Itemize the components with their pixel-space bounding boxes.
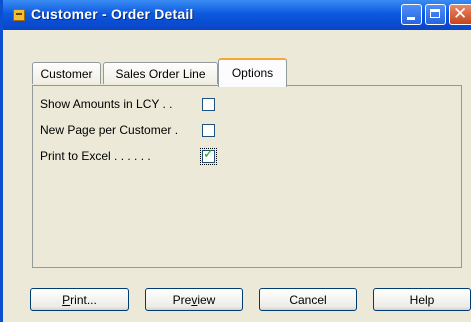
app-icon[interactable] <box>13 9 25 21</box>
new-page-per-customer-label: New Page per Customer . <box>40 123 179 137</box>
show-amounts-lcy-checkbox[interactable] <box>202 98 215 111</box>
preview-label-prefix: Pre <box>172 293 192 307</box>
cancel-button[interactable]: Cancel <box>259 288 357 311</box>
print-to-excel-checkbox[interactable]: ✓ <box>200 147 217 165</box>
tab-options-label: Options <box>231 66 274 80</box>
checkmark-icon: ✓ <box>203 147 214 162</box>
print-to-excel-label: Print to Excel . . . . . . <box>40 149 151 163</box>
options-panel: Show Amounts in LCY . . New Page per Cus… <box>32 85 462 268</box>
title-bar[interactable]: Customer - Order Detail ✕ <box>3 0 471 30</box>
minimize-button[interactable] <box>401 4 422 25</box>
tab-options[interactable]: Options <box>218 58 287 87</box>
preview-label-rest: iew <box>197 293 216 307</box>
close-icon: ✕ <box>453 4 468 24</box>
tab-customer[interactable]: Customer <box>32 62 101 84</box>
preview-button[interactable]: Preview <box>145 288 243 311</box>
close-button[interactable]: ✕ <box>449 4 471 25</box>
print-mnemonic: P <box>62 293 71 307</box>
help-button[interactable]: Help <box>373 288 471 311</box>
window-title: Customer - Order Detail <box>31 6 194 22</box>
print-label-rest: rint... <box>70 293 97 307</box>
print-button[interactable]: Print... <box>30 288 129 311</box>
tab-sales-order-line-label: Sales Order Line <box>115 67 206 81</box>
dialog-window: Customer - Order Detail ✕ Customer Sales… <box>0 0 471 322</box>
help-label: Help <box>409 293 435 307</box>
cancel-label: Cancel <box>289 293 327 307</box>
tab-sales-order-line[interactable]: Sales Order Line <box>103 62 218 84</box>
new-page-per-customer-checkbox[interactable] <box>202 124 215 137</box>
maximize-icon <box>430 9 440 18</box>
maximize-button[interactable] <box>425 4 446 25</box>
tab-customer-label: Customer <box>40 67 93 81</box>
show-amounts-lcy-label: Show Amounts in LCY . . <box>40 97 173 111</box>
minimize-icon <box>407 17 415 20</box>
